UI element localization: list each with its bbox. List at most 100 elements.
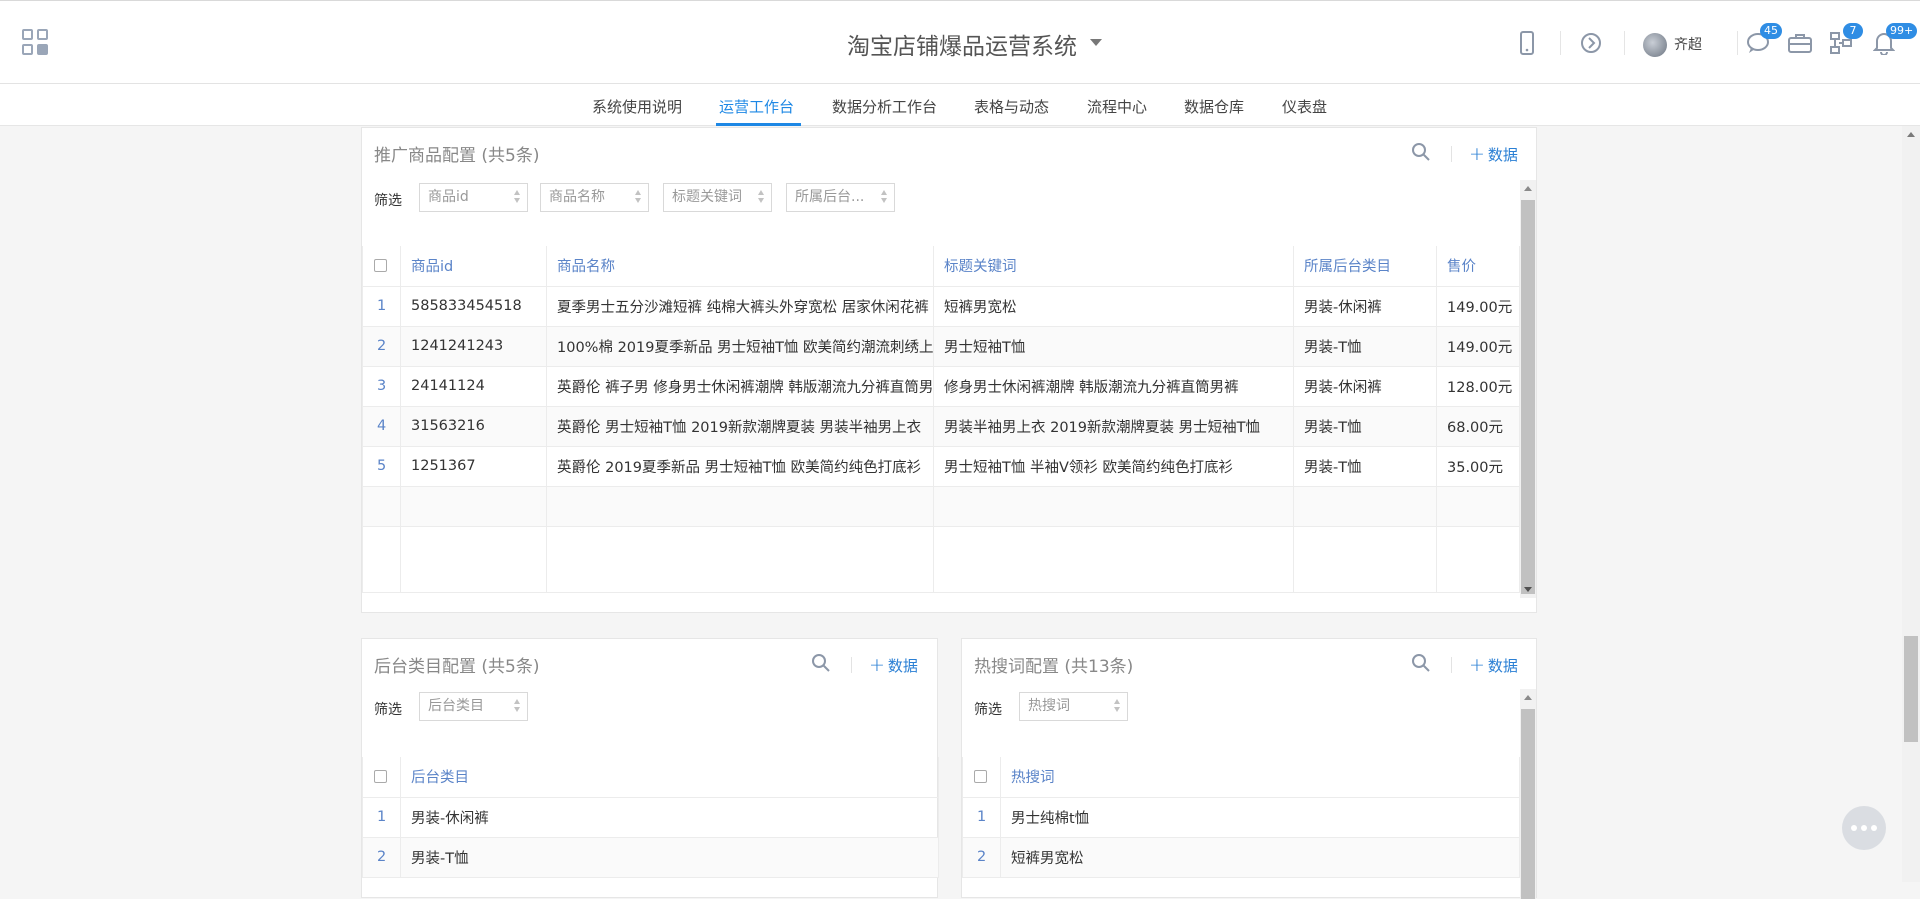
cell-product-id[interactable]: 1251367 xyxy=(400,445,547,487)
column-header[interactable]: 售价 xyxy=(1436,246,1520,287)
table-row[interactable]: 2 短裤男宽松 xyxy=(962,836,1520,878)
panel-title: 推广商品配置 (共5条) xyxy=(374,146,540,166)
cell-product-name[interactable]: 100%棉 2019夏季新品 男士短袖T恤 欧美简约潮流刺绣上衣 xyxy=(546,325,934,367)
tab-usage-guide[interactable]: 系统使用说明 xyxy=(592,96,682,117)
filter-hot-keyword[interactable]: 热搜词 xyxy=(1019,692,1128,721)
add-data-button[interactable]: + 数据 xyxy=(1469,654,1518,676)
search-icon[interactable] xyxy=(1411,142,1431,162)
cell-product-name[interactable]: 英爵伦 2019夏季新品 男士短袖T恤 欧美简约纯色打底衫 xyxy=(546,445,934,487)
empty-row xyxy=(362,485,1520,527)
select-all-cell[interactable] xyxy=(962,757,1001,798)
table-row[interactable]: 5 1251367 英爵伦 2019夏季新品 男士短袖T恤 欧美简约纯色打底衫 … xyxy=(362,445,1520,487)
chat-icon[interactable]: 45 xyxy=(1744,23,1782,57)
cell-title-keyword[interactable]: 男士短袖T恤 半袖V领衫 欧美简约纯色打底衫 xyxy=(933,445,1294,487)
cell-category[interactable]: 男装-T恤 xyxy=(1293,445,1437,487)
filter-product-id[interactable]: 商品id xyxy=(419,183,528,212)
cell-price[interactable]: 149.00元 xyxy=(1436,325,1520,367)
apps-grid-icon[interactable] xyxy=(22,29,50,57)
table-row[interactable]: 3 24141124 英爵伦 裤子男 修身男士休闲裤潮牌 韩版潮流九分裤直筒男裤… xyxy=(362,365,1520,407)
cell-category[interactable]: 男装-休闲裤 xyxy=(1293,285,1437,327)
cell-title-keyword[interactable]: 男装半袖男上衣 2019新款潮牌夏装 男士短袖T恤 xyxy=(933,405,1294,447)
scroll-up-icon[interactable] xyxy=(1524,695,1532,700)
tab-data-analysis[interactable]: 数据分析工作台 xyxy=(832,96,937,117)
cell-title-keyword[interactable]: 短裤男宽松 xyxy=(933,285,1294,327)
select-all-checkbox[interactable] xyxy=(974,770,987,784)
tab-process-center[interactable]: 流程中心 xyxy=(1087,96,1147,117)
cell-product-name[interactable]: 英爵伦 男士短袖T恤 2019新款潮牌夏装 男装半袖男上衣 xyxy=(546,405,934,447)
workflow-icon[interactable]: 7 xyxy=(1827,23,1863,57)
cell-product-name[interactable]: 夏季男士五分沙滩短裤 纯棉大裤头外穿宽松 居家休闲花裤 xyxy=(546,285,934,327)
select-all-cell[interactable] xyxy=(362,757,401,798)
add-data-button[interactable]: + 数据 xyxy=(1469,143,1518,165)
compass-icon[interactable] xyxy=(1577,29,1605,57)
add-data-button[interactable]: + 数据 xyxy=(869,654,918,676)
filter-title-keyword[interactable]: 标题关键词 xyxy=(663,183,772,212)
cell-category[interactable]: 男装-休闲裤 xyxy=(1293,365,1437,407)
tab-operations[interactable]: 运营工作台 xyxy=(719,96,794,117)
category-table: 后台类目 1 男装-休闲裤 2 男装-T恤 xyxy=(362,757,939,878)
cell-price[interactable]: 149.00元 xyxy=(1436,285,1520,327)
page-scrollbar[interactable] xyxy=(1902,126,1920,882)
cell-product-id[interactable]: 585833454518 xyxy=(400,285,547,327)
tab-dashboard[interactable]: 仪表盘 xyxy=(1282,96,1327,117)
select-all-checkbox[interactable] xyxy=(374,259,387,273)
cell-title-keyword[interactable]: 修身男士休闲裤潮牌 韩版潮流九分裤直筒男裤 xyxy=(933,365,1294,407)
select-all-checkbox[interactable] xyxy=(374,770,387,784)
column-header[interactable]: 商品id xyxy=(400,246,547,287)
hot-search-panel: 热搜词配置 (共13条) + 数据 筛选 热搜词 热搜词 1 男士纯棉t恤 2 短… xyxy=(961,638,1537,899)
column-header[interactable]: 商品名称 xyxy=(546,246,934,287)
table-row[interactable]: 1 男装-休闲裤 xyxy=(362,796,939,838)
cell-hot-keyword[interactable]: 男士纯棉t恤 xyxy=(1000,796,1520,838)
tab-tables-dynamics[interactable]: 表格与动态 xyxy=(974,96,1049,117)
page-scroll-thumb[interactable] xyxy=(1904,636,1918,742)
row-number: 1 xyxy=(962,796,1001,838)
cell-price[interactable]: 128.00元 xyxy=(1436,365,1520,407)
column-header[interactable]: 标题关键词 xyxy=(933,246,1294,287)
table-row[interactable]: 2 男装-T恤 xyxy=(362,836,939,878)
cell-product-name[interactable]: 英爵伦 裤子男 修身男士休闲裤潮牌 韩版潮流九分裤直筒男裤 xyxy=(546,365,934,407)
username[interactable]: 齐超 xyxy=(1674,34,1702,54)
column-header[interactable]: 热搜词 xyxy=(1000,757,1520,798)
table-row[interactable]: 4 31563216 英爵伦 男士短袖T恤 2019新款潮牌夏装 男装半袖男上衣… xyxy=(362,405,1520,447)
filter-category[interactable]: 所属后台... xyxy=(786,183,895,212)
filter-product-name[interactable]: 商品名称 xyxy=(540,183,649,212)
scroll-thumb[interactable] xyxy=(1521,709,1535,899)
cell-category[interactable]: 男装-休闲裤 xyxy=(400,796,939,838)
bell-badge: 99+ xyxy=(1886,23,1918,39)
cell-category[interactable]: 男装-T恤 xyxy=(400,836,939,878)
cell-product-id[interactable]: 24141124 xyxy=(400,365,547,407)
cell-product-id[interactable]: 31563216 xyxy=(400,405,547,447)
row-number: 2 xyxy=(962,836,1001,878)
row-number: 5 xyxy=(362,445,401,487)
mobile-icon[interactable] xyxy=(1513,29,1541,57)
search-icon[interactable] xyxy=(1411,653,1431,673)
cell-category[interactable]: 男装-T恤 xyxy=(1293,405,1437,447)
more-actions-button[interactable] xyxy=(1842,806,1886,850)
select-all-cell[interactable] xyxy=(362,246,401,287)
column-header[interactable]: 后台类目 xyxy=(400,757,939,798)
table-scrollbar[interactable] xyxy=(1520,689,1536,899)
avatar[interactable] xyxy=(1643,33,1667,57)
app-title[interactable]: 淘宝店铺爆品运营系统 xyxy=(847,27,1077,61)
table-scrollbar[interactable] xyxy=(1520,180,1536,598)
table-row[interactable]: 1 585833454518 夏季男士五分沙滩短裤 纯棉大裤头外穿宽松 居家休闲… xyxy=(362,285,1520,327)
scroll-down-icon[interactable] xyxy=(1524,587,1532,592)
scroll-up-icon[interactable] xyxy=(1907,132,1915,137)
title-dropdown-icon[interactable] xyxy=(1090,39,1102,46)
cell-price[interactable]: 68.00元 xyxy=(1436,405,1520,447)
cell-title-keyword[interactable]: 男士短袖T恤 xyxy=(933,325,1294,367)
column-header[interactable]: 所属后台类目 xyxy=(1293,246,1437,287)
cell-price[interactable]: 35.00元 xyxy=(1436,445,1520,487)
toolbox-icon[interactable] xyxy=(1786,29,1814,57)
cell-hot-keyword[interactable]: 短裤男宽松 xyxy=(1000,836,1520,878)
table-row[interactable]: 1 男士纯棉t恤 xyxy=(962,796,1520,838)
scroll-up-icon[interactable] xyxy=(1524,186,1532,191)
cell-category[interactable]: 男装-T恤 xyxy=(1293,325,1437,367)
bell-icon[interactable]: 99+ xyxy=(1870,23,1918,57)
tab-data-warehouse[interactable]: 数据仓库 xyxy=(1184,96,1244,117)
search-icon[interactable] xyxy=(811,653,831,673)
scroll-thumb[interactable] xyxy=(1521,200,1535,594)
cell-product-id[interactable]: 1241241243 xyxy=(400,325,547,367)
filter-category[interactable]: 后台类目 xyxy=(419,692,528,721)
table-row[interactable]: 2 1241241243 100%棉 2019夏季新品 男士短袖T恤 欧美简约潮… xyxy=(362,325,1520,367)
